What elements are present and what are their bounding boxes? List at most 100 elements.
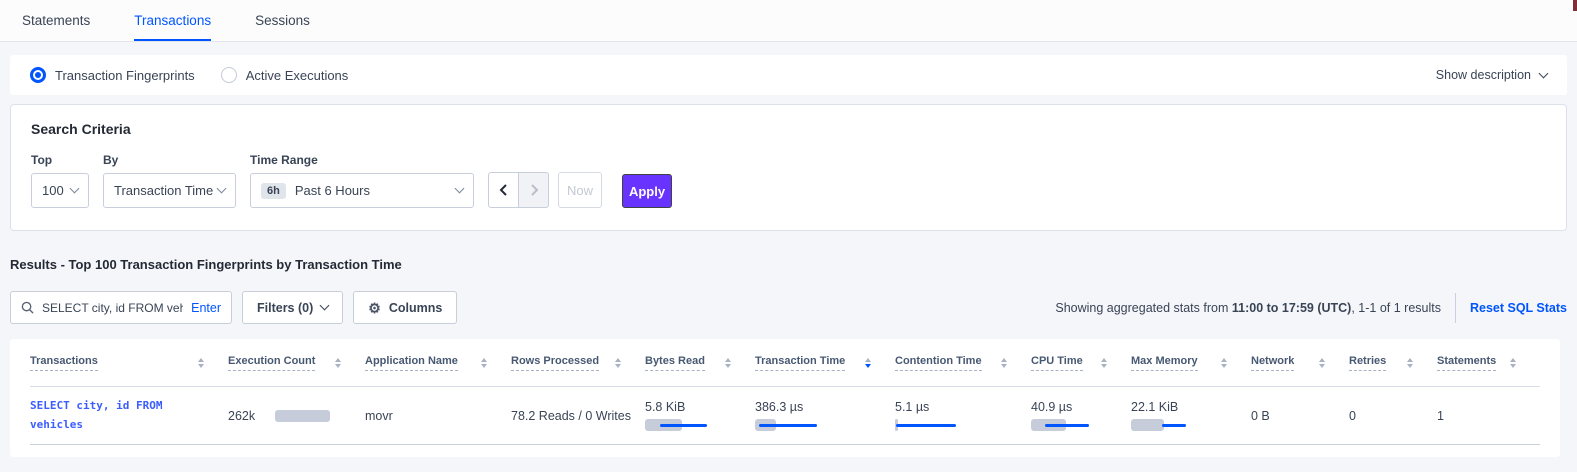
page-tab-bar: Statements Transactions Sessions [0,0,1577,42]
time-window-arrows [488,172,549,208]
radio-label: Transaction Fingerprints [55,68,195,83]
aggregated-stats-text: Showing aggregated stats from 11:00 to 1… [1055,301,1441,315]
bytes-read-bar [645,419,709,431]
reset-sql-stats-link[interactable]: Reset SQL Stats [1470,301,1567,315]
column-header-cpu-time[interactable]: CPU Time [1031,355,1131,371]
chevron-down-icon [217,184,227,194]
results-meta: Showing aggregated stats from 11:00 to 1… [1055,293,1567,323]
sort-icon[interactable] [1221,358,1227,368]
results-title: Results - Top 100 Transaction Fingerprin… [10,257,1567,272]
tab-statements[interactable]: Statements [22,0,90,41]
cell-network: 0 B [1251,407,1349,425]
cell-transaction: SELECT city, id FROM vehicles [30,397,228,434]
sort-icon[interactable] [198,358,204,368]
radio-unselected-icon[interactable] [221,67,237,83]
sort-icon[interactable] [615,358,621,368]
sort-icon[interactable] [335,358,341,368]
sort-icon[interactable] [725,358,731,368]
vertical-divider [1455,293,1456,323]
search-criteria-title: Search Criteria [31,121,1546,137]
top-label: Top [31,153,89,167]
view-toggle-group: Transaction Fingerprints Active Executio… [30,67,348,83]
cpu-time-bar [1031,419,1095,431]
chevron-down-icon [1539,68,1549,78]
column-header-network[interactable]: Network [1251,355,1349,371]
cell-execution-count: 262k [228,409,365,423]
by-field: By Transaction Time [103,153,236,208]
search-input-value[interactable]: SELECT city, id FROM vehicles W [42,301,183,315]
table-header-row: Transactions Execution Count Application… [30,339,1540,387]
column-header-application-name[interactable]: Application Name [365,355,511,371]
column-header-rows-processed[interactable]: Rows Processed [511,355,645,371]
show-description-label: Show description [1436,68,1531,82]
sort-icon[interactable] [1407,358,1413,368]
tab-transactions[interactable]: Transactions [134,0,211,41]
column-header-bytes-read[interactable]: Bytes Read [645,355,755,371]
sort-icon[interactable] [481,358,487,368]
column-header-execution-count[interactable]: Execution Count [228,355,365,371]
radio-selected-icon[interactable] [30,67,46,83]
gear-icon: ⚙ [368,301,381,315]
table-row: SELECT city, id FROM vehicles 262k movr … [30,387,1540,445]
column-header-retries[interactable]: Retries [1349,355,1437,371]
tab-sessions[interactable]: Sessions [255,0,310,41]
corner-red-artifact [1573,0,1577,11]
now-button[interactable]: Now [558,172,602,208]
cell-bytes-read: 5.8 KiB [645,400,755,431]
sort-icon[interactable] [1001,358,1007,368]
chevron-right-icon [528,184,540,196]
results-toolbar: SELECT city, id FROM vehicles W Enter Fi… [10,291,1567,324]
transaction-fingerprint-link[interactable]: SELECT city, id FROM vehicles [30,397,216,434]
time-range-select[interactable]: 6h Past 6 Hours [250,173,474,208]
cell-contention-time: 5.1 µs [895,400,1031,431]
transaction-time-bar [755,419,819,431]
column-header-contention-time[interactable]: Contention Time [895,355,1031,371]
top-field: Top 100 [31,153,89,208]
cell-application-name: movr [365,407,511,425]
time-range-value: Past 6 Hours [295,183,370,198]
top-select-value: 100 [42,183,64,198]
column-header-transactions[interactable]: Transactions [30,355,228,371]
view-toggle-band: Transaction Fingerprints Active Executio… [10,55,1567,95]
sort-icon[interactable] [1319,358,1325,368]
sort-icon[interactable] [1101,358,1107,368]
chevron-down-icon [70,184,80,194]
by-select[interactable]: Transaction Time [103,173,236,208]
show-description-toggle[interactable]: Show description [1436,68,1547,82]
cell-statements: 1 [1437,407,1540,425]
filters-label: Filters (0) [257,301,313,315]
radio-active-executions[interactable]: Active Executions [221,67,349,83]
by-label: By [103,153,236,167]
top-select[interactable]: 100 [31,173,89,208]
radio-label: Active Executions [246,68,349,83]
search-input[interactable]: SELECT city, id FROM vehicles W Enter [10,291,232,324]
search-icon [21,301,34,314]
column-header-statements[interactable]: Statements [1437,355,1540,371]
cell-max-memory: 22.1 KiB [1131,400,1251,431]
filters-button[interactable]: Filters (0) [242,291,343,324]
execution-count-bar [275,410,331,422]
search-criteria-card: Search Criteria Top 100 By Transaction T… [10,104,1567,231]
previous-time-window-button[interactable] [488,172,519,208]
chevron-down-icon [455,184,465,194]
next-time-window-button[interactable] [518,172,549,208]
apply-button[interactable]: Apply [622,174,672,208]
cell-rows-processed: 78.2 Reads / 0 Writes [511,407,645,425]
columns-label: Columns [389,301,442,315]
sort-icon[interactable] [1510,358,1516,368]
time-range-badge: 6h [261,183,286,199]
by-select-value: Transaction Time [114,183,213,198]
time-range-field: Time Range 6h Past 6 Hours [250,153,474,208]
radio-transaction-fingerprints[interactable]: Transaction Fingerprints [30,67,195,83]
search-criteria-controls: Top 100 By Transaction Time Time Range 6… [31,153,1546,208]
transactions-table: Transactions Execution Count Application… [10,339,1560,457]
sort-icon[interactable] [865,358,871,368]
search-enter-button[interactable]: Enter [191,301,221,315]
cell-retries: 0 [1349,407,1437,425]
max-memory-bar [1131,419,1195,431]
column-header-transaction-time[interactable]: Transaction Time [755,355,895,371]
contention-time-bar [895,419,959,431]
cell-transaction-time: 386.3 µs [755,400,895,431]
column-header-max-memory[interactable]: Max Memory [1131,355,1251,371]
columns-button[interactable]: ⚙ Columns [353,291,457,324]
